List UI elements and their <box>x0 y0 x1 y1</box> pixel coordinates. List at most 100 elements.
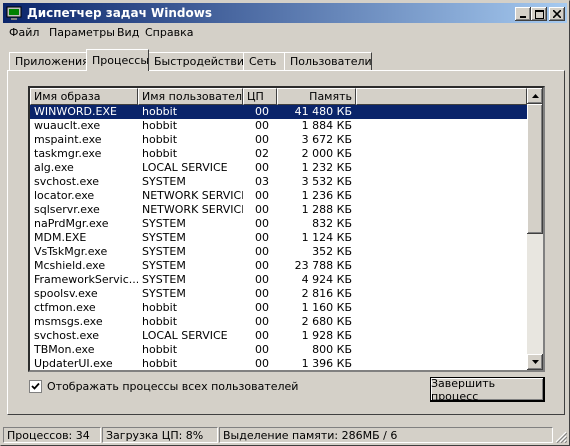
tab-users[interactable]: Пользователи <box>284 52 372 70</box>
cell-image-name: sqlservr.exe <box>34 203 100 216</box>
cell-user-name: LOCAL SERVICE <box>142 329 228 342</box>
table-row[interactable]: svchost.exe SYSTEM 03 3 532 КБ <box>30 175 527 189</box>
table-row[interactable]: ctfmon.exe hobbit 00 1 160 КБ <box>30 301 527 315</box>
table-row[interactable]: mspaint.exe hobbit 00 3 672 КБ <box>30 133 527 147</box>
cell-memory: 2 000 КБ <box>301 147 352 160</box>
cell-memory: 41 480 КБ <box>294 105 352 118</box>
end-process-button[interactable]: Завершить процесс <box>430 377 545 403</box>
tab-processes[interactable]: Процессы <box>86 49 149 71</box>
table-row[interactable]: sqlservr.exe NETWORK SERVICE 00 1 288 КБ <box>30 203 527 217</box>
cell-memory: 2 816 КБ <box>301 287 352 300</box>
cell-cpu: 00 <box>255 329 269 342</box>
cell-memory: 1 124 КБ <box>301 231 352 244</box>
cell-cpu: 00 <box>255 273 269 286</box>
table-row[interactable]: FrameworkServic... SYSTEM 00 4 924 КБ <box>30 273 527 287</box>
cell-image-name: TBMon.exe <box>34 343 95 356</box>
window-title: Диспетчер задач Windows <box>27 6 212 20</box>
cell-cpu: 00 <box>255 203 269 216</box>
table-row[interactable]: wuauclt.exe hobbit 00 1 884 КБ <box>30 119 527 133</box>
column-memory[interactable]: Память <box>277 88 356 105</box>
cell-user-name: SYSTEM <box>142 217 186 230</box>
show-all-checkbox[interactable] <box>29 380 42 393</box>
resize-grip-icon[interactable] <box>555 431 567 443</box>
table-row[interactable]: locator.exe NETWORK SERVICE 00 1 236 КБ <box>30 189 527 203</box>
show-all-processes-option[interactable]: Отображать процессы всех пользователей <box>29 380 298 393</box>
cell-cpu: 00 <box>255 301 269 314</box>
cell-memory: 3 532 КБ <box>301 175 352 188</box>
table-row[interactable]: VsTskMgr.exe SYSTEM 00 352 КБ <box>30 245 527 259</box>
cell-memory: 800 КБ <box>312 343 352 356</box>
menu-view[interactable]: Вид <box>115 26 141 39</box>
process-list[interactable]: Имя образа Имя пользователя ЦП Память WI… <box>28 86 545 372</box>
column-image-name[interactable]: Имя образа <box>30 88 138 105</box>
cell-memory: 3 672 КБ <box>301 133 352 146</box>
cell-user-name: hobbit <box>142 105 178 118</box>
cell-cpu: 03 <box>255 175 269 188</box>
menu-file[interactable]: Файл <box>7 26 41 39</box>
scroll-down-button[interactable] <box>527 354 543 370</box>
cell-user-name: SYSTEM <box>142 259 186 272</box>
cell-cpu: 00 <box>255 315 269 328</box>
cell-memory: 1 928 КБ <box>301 329 352 342</box>
cell-memory: 2 680 КБ <box>301 315 352 328</box>
cell-image-name: spoolsv.exe <box>34 287 98 300</box>
table-row[interactable]: UpdaterUI.exe hobbit 00 1 396 КБ <box>30 357 527 370</box>
table-row[interactable]: WINWORD.EXE hobbit 00 41 480 КБ <box>30 105 527 119</box>
cell-user-name: hobbit <box>142 315 178 328</box>
cell-user-name: hobbit <box>142 301 178 314</box>
table-row[interactable]: spoolsv.exe SYSTEM 00 2 816 КБ <box>30 287 527 301</box>
cell-cpu: 00 <box>255 217 269 230</box>
cell-user-name: NETWORK SERVICE <box>142 189 243 202</box>
cell-user-name: hobbit <box>142 119 178 132</box>
cell-user-name: hobbit <box>142 357 178 370</box>
maximize-icon <box>534 9 544 19</box>
table-row[interactable]: msmsgs.exe hobbit 00 2 680 КБ <box>30 315 527 329</box>
cell-cpu: 00 <box>255 119 269 132</box>
vertical-scrollbar[interactable] <box>527 88 543 370</box>
tab-network[interactable]: Сеть <box>243 52 285 70</box>
scroll-up-button[interactable] <box>527 88 543 104</box>
table-row[interactable]: TBMon.exe hobbit 00 800 КБ <box>30 343 527 357</box>
close-button[interactable] <box>549 7 565 21</box>
title-bar[interactable]: Диспетчер задач Windows <box>3 3 567 23</box>
cell-memory: 4 924 КБ <box>301 273 352 286</box>
maximize-button[interactable] <box>531 7 547 21</box>
column-user-name[interactable]: Имя пользователя <box>138 88 243 105</box>
tab-performance[interactable]: Быстродействие <box>148 52 251 70</box>
menu-help[interactable]: Справка <box>143 26 195 39</box>
cell-cpu: 00 <box>255 287 269 300</box>
process-rows: WINWORD.EXE hobbit 00 41 480 КБ wuauclt.exe h… <box>30 105 527 370</box>
table-row[interactable]: Mcshield.exe SYSTEM 00 23 788 КБ <box>30 259 527 273</box>
cell-image-name: wuauclt.exe <box>34 119 101 132</box>
scroll-thumb[interactable] <box>527 104 543 234</box>
cell-user-name: SYSTEM <box>142 287 186 300</box>
cell-image-name: UpdaterUI.exe <box>34 357 113 370</box>
menu-bar: Файл Параметры Вид Справка <box>3 25 567 43</box>
cell-user-name: NETWORK SERVICE <box>142 203 243 216</box>
table-row[interactable]: MDM.EXE SYSTEM 00 1 124 КБ <box>30 231 527 245</box>
table-row[interactable]: taskmgr.exe hobbit 02 2 000 КБ <box>30 147 527 161</box>
cell-user-name: SYSTEM <box>142 231 186 244</box>
checkmark-icon <box>31 382 40 390</box>
list-header: Имя образа Имя пользователя ЦП Память <box>30 88 527 105</box>
cell-image-name: msmsgs.exe <box>34 315 103 328</box>
cell-user-name: hobbit <box>142 343 178 356</box>
cell-memory: 23 788 КБ <box>294 259 352 272</box>
menu-options[interactable]: Параметры <box>47 26 117 39</box>
column-cpu[interactable]: ЦП <box>243 88 277 105</box>
table-row[interactable]: alg.exe LOCAL SERVICE 00 1 232 КБ <box>30 161 527 175</box>
arrow-up-icon <box>531 94 539 98</box>
table-row[interactable]: svchost.exe LOCAL SERVICE 00 1 928 КБ <box>30 329 527 343</box>
task-manager-window: Диспетчер задач Windows Файл Параметры В… <box>0 0 570 446</box>
cell-user-name: hobbit <box>142 133 178 146</box>
cell-user-name: SYSTEM <box>142 245 186 258</box>
cell-cpu: 00 <box>255 161 269 174</box>
minimize-button[interactable] <box>515 7 531 21</box>
task-manager-app-icon <box>6 6 22 20</box>
table-row[interactable]: naPrdMgr.exe SYSTEM 00 832 КБ <box>30 217 527 231</box>
cell-image-name: Mcshield.exe <box>34 259 106 272</box>
tab-applications[interactable]: Приложения <box>9 52 89 70</box>
tab-strip: Приложения Процессы Быстродействие Сеть … <box>9 49 565 71</box>
cell-memory: 352 КБ <box>312 245 352 258</box>
cell-user-name: hobbit <box>142 147 178 160</box>
